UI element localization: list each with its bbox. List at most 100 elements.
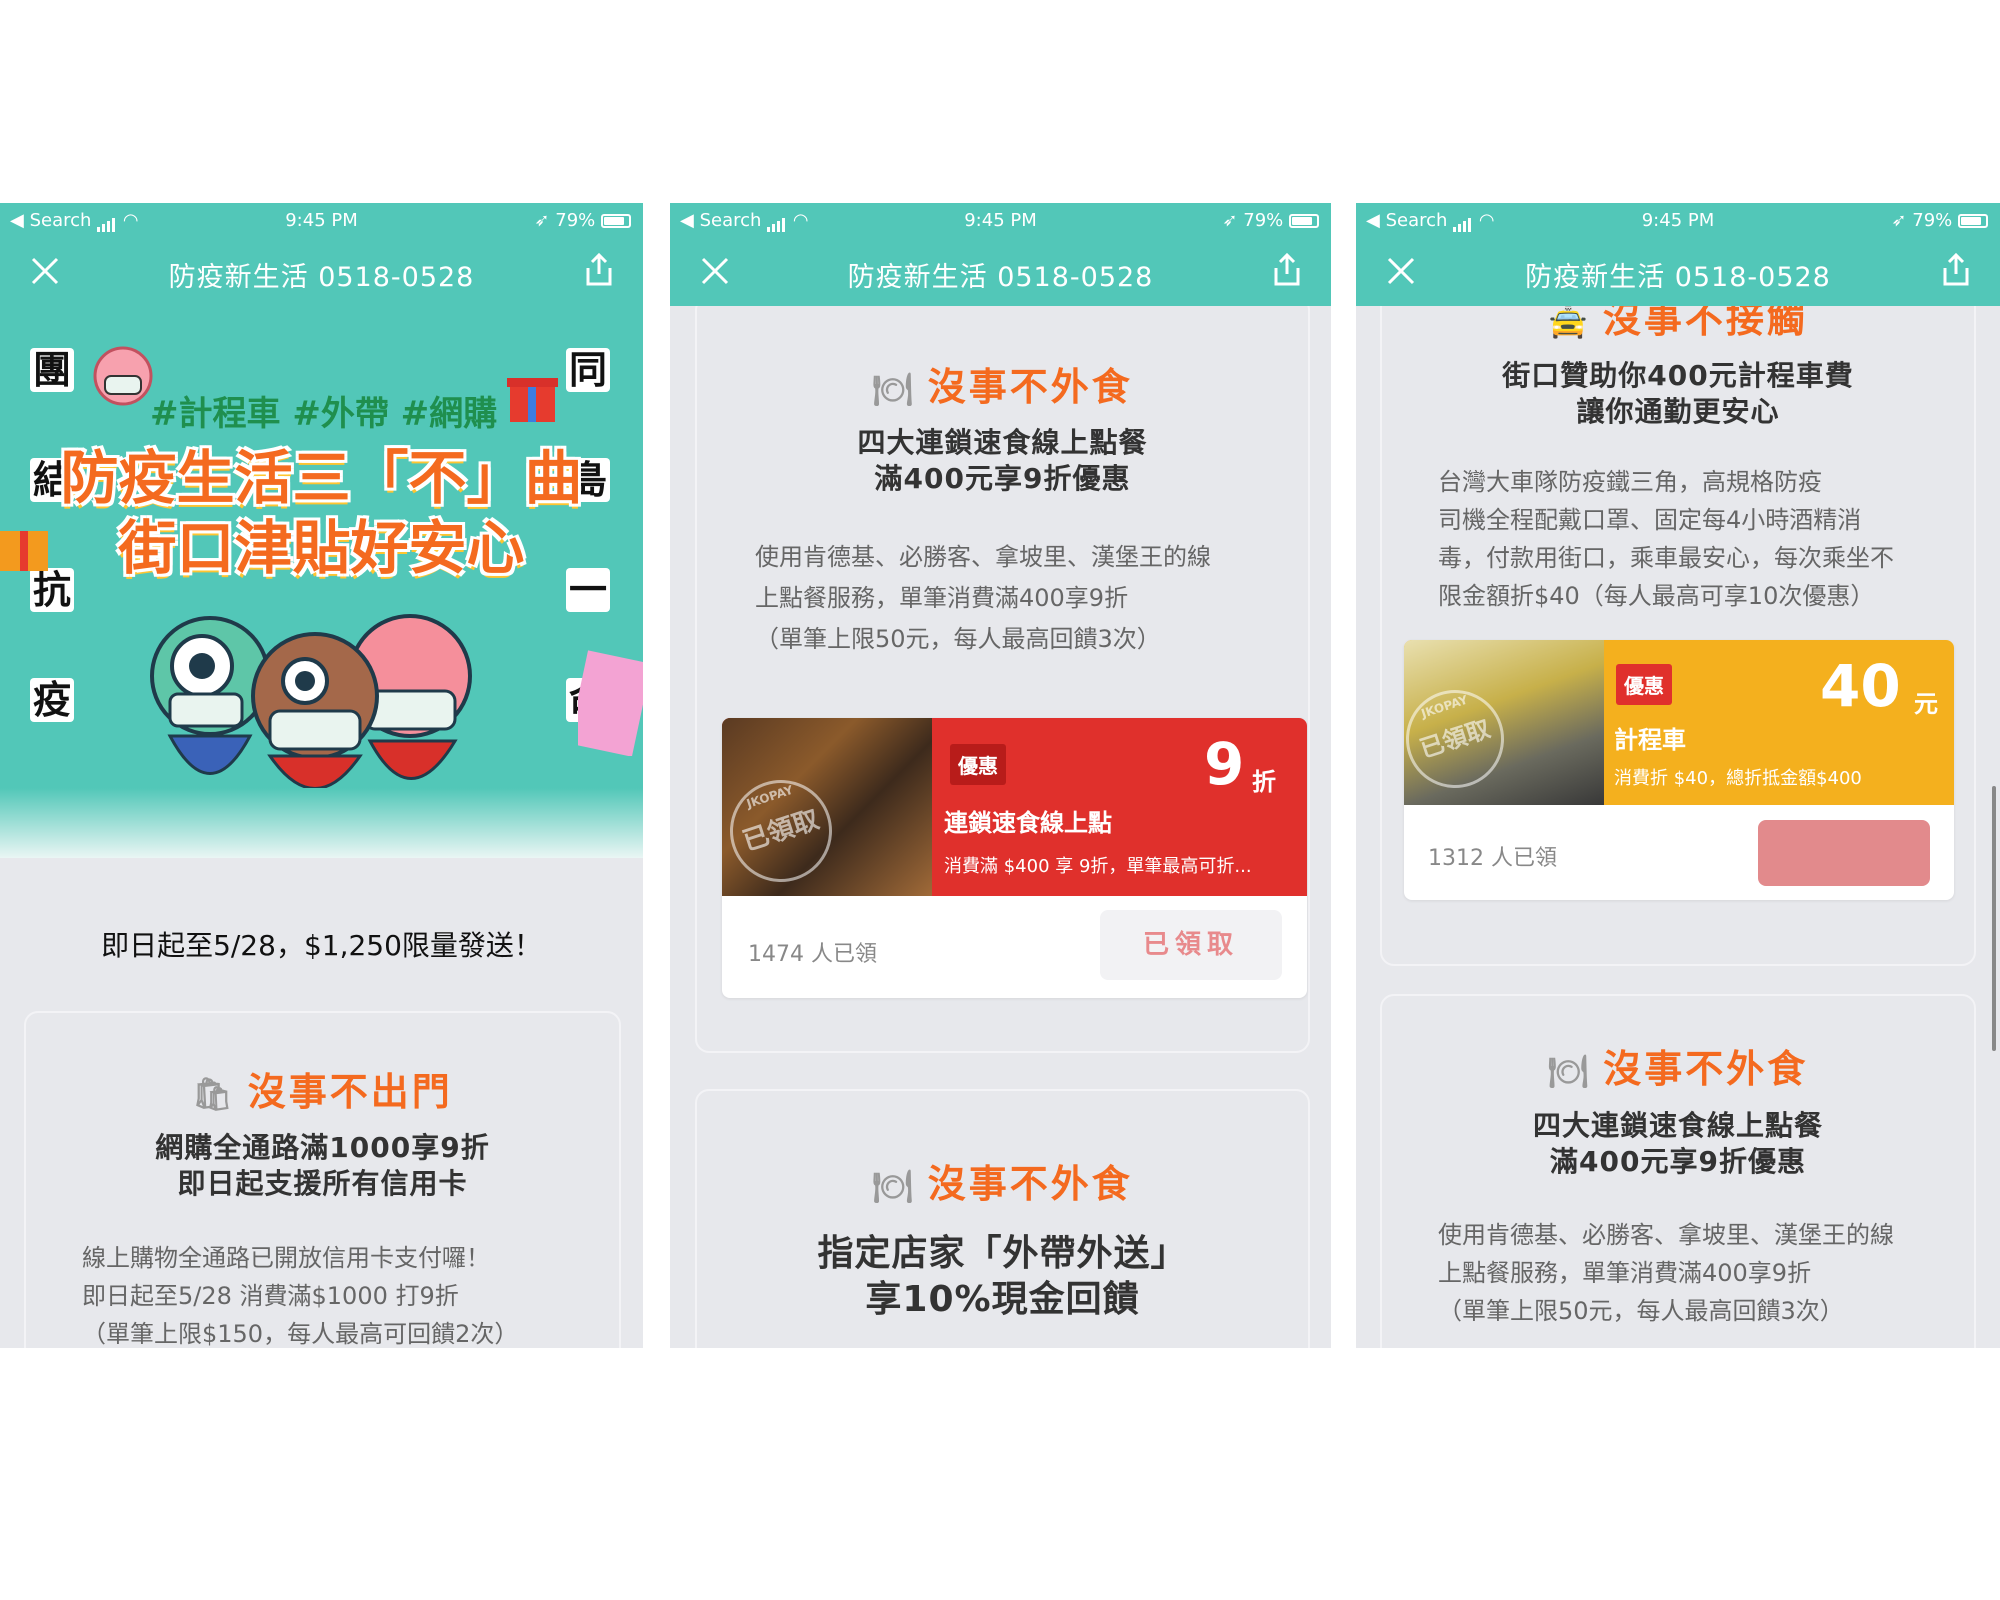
coupon-detail: 消費折 $40，總折抵金額$400 [1614, 768, 1862, 789]
promo-card-takeout: 🍽 沒事不外食 指定店家「外帶外送」 享10%現金回饋 [695, 1089, 1310, 1348]
location-icon: ➶ [534, 210, 550, 231]
promo-description: 使用肯德基、必勝客、拿坡里、漢堡王的線 [755, 543, 1211, 571]
share-icon[interactable] [1271, 252, 1303, 288]
section-heading: 沒事不外食 [1603, 1047, 1809, 1091]
banner-char: 團 [30, 348, 74, 392]
coupon-badge: 優惠 [1616, 664, 1672, 705]
promo-description: 使用肯德基、必勝客、拿坡里、漢堡王的線 [1438, 1221, 1894, 1249]
coupon-value: 40 [1820, 652, 1901, 720]
page-title: 防疫新生活 0518-0528 [1525, 262, 1831, 293]
claimed-stamp: 已領取 JKOPAY [722, 766, 846, 896]
phone-screen-3: ◀ Search ◠ 9:45 PM ➶ 79% 防疫新生活 0518-0528… [1356, 203, 2000, 1348]
share-icon[interactable] [583, 252, 615, 288]
promo-card-fastfood: 🍽 沒事不外食 四大連鎖速食線上點餐 滿400元享9折優惠 使用肯德基、必勝客、拿… [695, 306, 1310, 1053]
pig-mascot-icon [93, 346, 153, 406]
nav-bar: 防疫新生活 0518-0528 [1356, 238, 2000, 306]
phone-screen-1: ◀ Search ◠ 9:45 PM ➶ 79% 防疫新生活 0518-0528… [0, 203, 643, 1348]
promo-subtitle: 讓你通勤更安心 [1576, 395, 1780, 428]
battery-percent: 79% [1912, 210, 1953, 231]
banner-title-line2: 街口津貼好安心 [118, 514, 525, 582]
promo-card-shopping: 🛍 沒事不出門 網購全通路滿1000享9折 即日起支援所有信用卡 線上購物全通路已… [24, 1011, 621, 1348]
claimed-button[interactable]: 已領取 [1100, 910, 1282, 980]
nav-bar: 防疫新生活 0518-0528 [670, 238, 1331, 306]
claimed-stamp: 已領取 JKOPAY [1404, 677, 1517, 801]
content-scroll[interactable]: 🚖 沒事不接觸 街口贊助你400元計程車費 讓你通勤更安心 台灣大車隊防疫鐵三角，… [1356, 306, 2000, 1348]
coupon-value: 9 [1204, 730, 1245, 798]
battery-percent: 79% [1243, 210, 1284, 231]
page-title: 防疫新生活 0518-0528 [847, 262, 1154, 293]
page-title: 防疫新生活 0518-0528 [168, 262, 475, 293]
mascot-group-icon [150, 614, 472, 790]
phone-screen-2: ◀ Search ◠ 9:45 PM ➶ 79% 防疫新生活 0518-0528… [670, 203, 1331, 1348]
promo-subtitle: 四大連鎖速食線上點餐 [1532, 1109, 1823, 1142]
gift-box-icon [507, 378, 558, 422]
jkopay-stamp-ring: JKOPAY [1419, 692, 1470, 721]
coupon-unit: 元 [1914, 690, 1938, 718]
promo-subtitle: 即日起支援所有信用卡 [177, 1167, 468, 1200]
section-heading: 沒事不外食 [927, 365, 1133, 409]
coupon-name: 連鎖速食線上點 [944, 809, 1112, 837]
status-bar: ◀ Search ◠ 9:45 PM ➶ 79% [670, 203, 1331, 238]
promo-description: （單筆上限$150，每人最高可回饋2次） [82, 1320, 519, 1348]
section-heading: 沒事不出門 [247, 1070, 453, 1114]
promo-description: 上點餐服務，單筆消費滿400享9折 [1438, 1259, 1812, 1287]
dining-plate-icon: 🍽 [872, 370, 916, 408]
promo-subtitle: 街口贊助你400元計程車費 [1502, 359, 1854, 392]
section-heading: 沒事不接觸 [1602, 306, 1808, 341]
battery-icon [601, 214, 631, 228]
shopping-bags-icon: 🛍 [192, 1075, 236, 1113]
promo-subtitle: 四大連鎖速食線上點餐 [857, 426, 1148, 459]
claimed-count: 1474 人已領 [748, 942, 877, 967]
promo-description: 上點餐服務，單筆消費滿400享9折 [755, 584, 1129, 612]
scrollbar[interactable] [1992, 786, 1996, 1051]
banner-char: 同 [566, 348, 610, 392]
gift-box-icon [0, 531, 48, 571]
promo-description: 線上購物全通路已開放信用卡支付囉！ [82, 1244, 490, 1272]
banner-tagline: #計程車 #外帶 #網購 [150, 394, 498, 434]
banner-char: 疫 [30, 678, 74, 722]
promo-subtitle: 滿400元享9折優惠 [1550, 1145, 1806, 1178]
share-icon[interactable] [1940, 252, 1972, 288]
promo-description: 限金額折$40（每人最高可享10次優惠） [1438, 582, 1875, 610]
food-photo: 已領取 JKOPAY [722, 718, 932, 896]
promo-description: 司機全程配戴口罩、固定每4小時酒精消 [1438, 506, 1862, 534]
promo-description: （單筆上限50元，每人最高回饋3次） [755, 625, 1161, 653]
coupon-unit: 折 [1252, 768, 1276, 796]
promo-description: 毒，付款用街口，乘車最安心，每次乘坐不 [1438, 544, 1894, 572]
gift-box-icon [578, 650, 643, 756]
claimed-count: 1312 人已領 [1428, 846, 1557, 871]
coupon-fastfood[interactable]: 已領取 JKOPAY 優惠 連鎖速食線上點 消費滿 $400 享 9折，單筆最高可… [722, 718, 1307, 998]
promo-subtitle: 享10%現金回饋 [865, 1279, 1140, 1320]
nav-bar: 防疫新生活 0518-0528 [0, 238, 643, 306]
promo-card-taxi: 🚖 沒事不接觸 街口贊助你400元計程車費 讓你通勤更安心 台灣大車隊防疫鐵三角，… [1380, 306, 1976, 966]
taxi-icon: 🚖 [1548, 306, 1591, 340]
battery-icon [1289, 214, 1319, 228]
location-icon: ➶ [1222, 210, 1238, 231]
jkopay-stamp-ring: JKOPAY [744, 782, 795, 811]
battery-icon [1958, 214, 1988, 228]
coupon-taxi[interactable]: 已領取 JKOPAY 優惠 計程車 消費折 $40，總折抵金額$400 40 元 … [1404, 640, 1954, 900]
hero-banner: 團 結 抗 疫 同 島 一 命 #計程車 #外帶 #網購 防疫生活三「不」曲 街… [0, 306, 643, 858]
promo-card-fastfood: 🍽 沒事不外食 四大連鎖速食線上點餐 滿400元享9折優惠 使用肯德基、必勝客、拿… [1380, 994, 1976, 1348]
taxi-photo: 已領取 JKOPAY [1404, 640, 1604, 805]
coupon-name: 計程車 [1614, 726, 1686, 754]
dining-plate-icon: 🍽 [1547, 1052, 1592, 1090]
promo-description: 台灣大車隊防疫鐵三角，高規格防疫 [1438, 468, 1822, 496]
section-heading: 沒事不外食 [927, 1162, 1133, 1206]
promo-description: 即日起至5/28 消費滿$1000 打9折 [82, 1282, 459, 1310]
promo-subtitle: 網購全通路滿1000享9折 [155, 1131, 490, 1164]
status-bar: ◀ Search ◠ 9:45 PM ➶ 79% [0, 203, 643, 238]
status-bar: ◀ Search ◠ 9:45 PM ➶ 79% [1356, 203, 2000, 238]
coupon-badge: 優惠 [950, 744, 1006, 785]
battery-percent: 79% [555, 210, 596, 231]
coupon-detail: 消費滿 $400 享 9折，單筆最高可折... [944, 856, 1252, 877]
content-scroll[interactable]: 團 結 抗 疫 同 島 一 命 #計程車 #外帶 #網購 防疫生活三「不」曲 街… [0, 306, 643, 1348]
promo-subtitle: 指定店家「外帶外送」 [817, 1233, 1188, 1274]
promo-subtitle: 滿400元享9折優惠 [874, 462, 1131, 495]
content-scroll[interactable]: 🍽 沒事不外食 四大連鎖速食線上點餐 滿400元享9折優惠 使用肯德基、必勝客、拿… [670, 306, 1331, 1348]
dining-plate-icon: 🍽 [872, 1167, 916, 1205]
claim-button[interactable] [1758, 820, 1930, 886]
limit-text: 即日起至5/28，$1,250限量發送！ [101, 929, 542, 962]
location-icon: ➶ [1891, 210, 1907, 231]
promo-description: （單筆上限50元，每人最高回饋3次） [1438, 1297, 1844, 1325]
